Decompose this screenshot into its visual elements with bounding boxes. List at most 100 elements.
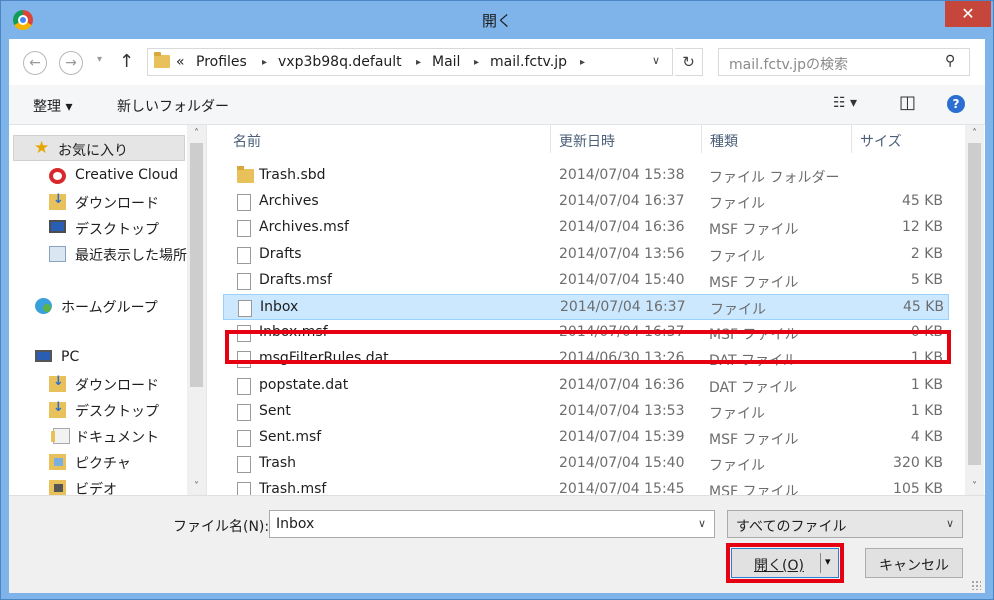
file-row[interactable]: Inbox.msf 2014/07/04 16:37 MSF ファイル 0 KB (223, 320, 949, 346)
downloads-icon (49, 192, 66, 210)
nav-item-favorites[interactable]: ★ お気に入り (13, 135, 185, 161)
file-row[interactable]: Archives 2014/07/04 16:37 ファイル 45 KB (223, 189, 949, 215)
nav-item-recent-places[interactable]: 最近表示した場所 (9, 241, 187, 267)
scroll-down-arrow[interactable]: ˅ (187, 478, 206, 495)
file-name: Sent.msf (259, 429, 322, 445)
breadcrumb-separator[interactable]: ▸ (416, 57, 421, 68)
file-row[interactable]: Archives.msf 2014/07/04 16:36 MSF ファイル 12 K… (223, 215, 949, 241)
downloads-icon (49, 374, 66, 392)
new-folder-button[interactable]: 新しいフォルダー (117, 96, 229, 116)
recent-locations-dropdown[interactable]: ▾ (97, 54, 102, 65)
file-icon (237, 194, 251, 212)
file-row[interactable]: Inbox 2014/07/04 16:37 ファイル 45 KB (223, 294, 949, 320)
nav-item-label: ダウンロード (75, 378, 159, 394)
resize-grip[interactable] (971, 580, 981, 590)
file-date: 2014/07/04 16:36 (559, 376, 685, 393)
nav-item-label: デスクトップ (75, 404, 159, 420)
organize-button[interactable]: 整理 ▾ (33, 96, 72, 116)
nav-item-videos[interactable]: ビデオ (9, 475, 187, 495)
file-type-select[interactable]: すべてのファイル ∨ (727, 510, 963, 538)
file-list-scrollbar[interactable]: ˄ ˅ (965, 125, 984, 495)
file-name: Inbox.msf (259, 324, 328, 341)
desktop-folder-icon (49, 400, 66, 418)
file-icon (237, 456, 251, 474)
filename-input[interactable]: Inbox ∨ (269, 510, 715, 538)
scroll-thumb[interactable] (190, 143, 203, 387)
scroll-up-arrow[interactable]: ˄ (187, 125, 206, 142)
file-row[interactable]: Trash.sbd 2014/07/04 15:38 ファイル フォルダー (223, 163, 949, 189)
file-row[interactable]: Drafts 2014/07/04 13:56 ファイル 2 KB (223, 242, 949, 268)
breadcrumb-separator[interactable]: ▸ (262, 57, 267, 68)
nav-item-desktop[interactable]: デスクトップ (9, 215, 187, 241)
column-header-label: サイズ (860, 134, 902, 150)
file-row[interactable]: Sent 2014/07/04 13:53 ファイル 1 KB (223, 399, 949, 425)
column-header-type[interactable]: 種類 (702, 125, 852, 153)
column-header-name[interactable]: 名前 ˄ (207, 125, 388, 153)
file-row[interactable]: Trash 2014/07/04 15:40 ファイル 320 KB (223, 451, 949, 477)
breadcrumb-mail-fctv[interactable]: mail.fctv.jp (490, 54, 567, 70)
nav-item-downloads[interactable]: ダウンロード (9, 189, 187, 215)
file-date: 2014/07/04 15:38 (559, 167, 685, 183)
file-row[interactable]: Drafts.msf 2014/07/04 15:40 MSF ファイル 5 KB (223, 268, 949, 294)
file-name: Archives.msf (259, 219, 349, 236)
refresh-button[interactable]: ↻ (675, 48, 703, 76)
address-bar[interactable]: « Profiles ▸ vxp3b98q.default ▸ Mail ▸ m… (147, 48, 673, 76)
file-date: 2014/07/04 15:40 (559, 455, 685, 472)
cancel-button[interactable]: キャンセル (865, 548, 963, 578)
file-icon (237, 246, 251, 264)
nav-item-label: PC (61, 349, 80, 365)
back-button[interactable]: ← (23, 51, 47, 75)
scroll-up-arrow[interactable]: ˄ (965, 125, 984, 142)
column-header-label: 種類 (710, 134, 738, 150)
address-dropdown[interactable]: ∨ (652, 54, 660, 67)
file-row[interactable]: popstate.dat 2014/07/04 16:36 DAT ファイル 1 KB (223, 373, 949, 399)
column-header-label: 名前 (233, 134, 261, 150)
open-button-highlight-annotation (726, 543, 844, 583)
nav-item-label: 最近表示した場所 (75, 248, 187, 264)
file-icon (237, 325, 251, 343)
documents-icon (51, 428, 70, 444)
file-type: ファイル フォルダー (709, 170, 840, 186)
file-type: MSF ファイル (709, 274, 799, 291)
file-row[interactable]: msgFilterRules.dat 2014/06/30 13:26 DAT ファ… (223, 346, 949, 372)
column-header-date[interactable]: 更新日時 (551, 125, 701, 153)
view-options-icon[interactable]: ☷ ▾ (833, 95, 857, 111)
file-date: 2014/07/04 13:56 (559, 245, 685, 262)
file-row[interactable]: Trash.msf 2014/07/04 15:45 MSF ファイル 105 KB (223, 477, 949, 495)
nav-pane-scrollbar[interactable]: ˄ ˅ (187, 125, 206, 495)
file-type: DAT ファイル (709, 379, 798, 396)
breadcrumb-default[interactable]: vxp3b98q.default (278, 54, 402, 70)
close-button[interactable]: ✕ (945, 1, 991, 27)
nav-item-creative-cloud[interactable]: Creative Cloud (9, 163, 187, 189)
file-icon (237, 351, 251, 369)
up-folder-button[interactable]: ↑ (119, 51, 134, 72)
file-type: MSF ファイル (709, 327, 799, 344)
forward-button[interactable]: → (59, 51, 83, 75)
breadcrumb-profiles[interactable]: Profiles (196, 54, 247, 70)
nav-item-pictures[interactable]: ピクチャ (9, 449, 187, 475)
scroll-down-arrow[interactable]: ˅ (965, 478, 984, 495)
breadcrumb-mail[interactable]: Mail (432, 54, 460, 70)
nav-item-documents[interactable]: ドキュメント (9, 423, 187, 449)
title-bar[interactable]: 開く ✕ (1, 1, 993, 39)
help-icon[interactable]: ? (947, 95, 965, 113)
filename-value: Inbox (276, 516, 315, 532)
breadcrumb-overflow[interactable]: « (176, 54, 185, 70)
file-type: DAT ファイル (709, 353, 798, 370)
nav-item-homegroup[interactable]: ホームグループ (9, 293, 187, 319)
filename-dropdown-arrow[interactable]: ∨ (698, 517, 706, 530)
file-icon (237, 220, 251, 238)
breadcrumb-separator[interactable]: ▸ (474, 57, 479, 68)
breadcrumb-separator[interactable]: ▸ (580, 57, 585, 68)
nav-item-pc-downloads[interactable]: ダウンロード (9, 371, 187, 397)
preview-pane-icon[interactable]: ◫ (899, 92, 916, 113)
folder-icon (154, 52, 170, 68)
file-type-dropdown-arrow[interactable]: ∨ (946, 517, 954, 530)
column-header-size[interactable]: サイズ (852, 125, 962, 153)
file-row[interactable]: Sent.msf 2014/07/04 15:39 MSF ファイル 4 KB (223, 425, 949, 451)
scroll-thumb[interactable] (968, 143, 981, 465)
nav-item-pc-desktop[interactable]: デスクトップ (9, 397, 187, 423)
nav-item-pc[interactable]: PC (9, 345, 187, 371)
search-icon[interactable]: ⚲ (945, 53, 955, 69)
search-input[interactable]: mail.fctv.jpの検索 ⚲ (718, 48, 970, 76)
